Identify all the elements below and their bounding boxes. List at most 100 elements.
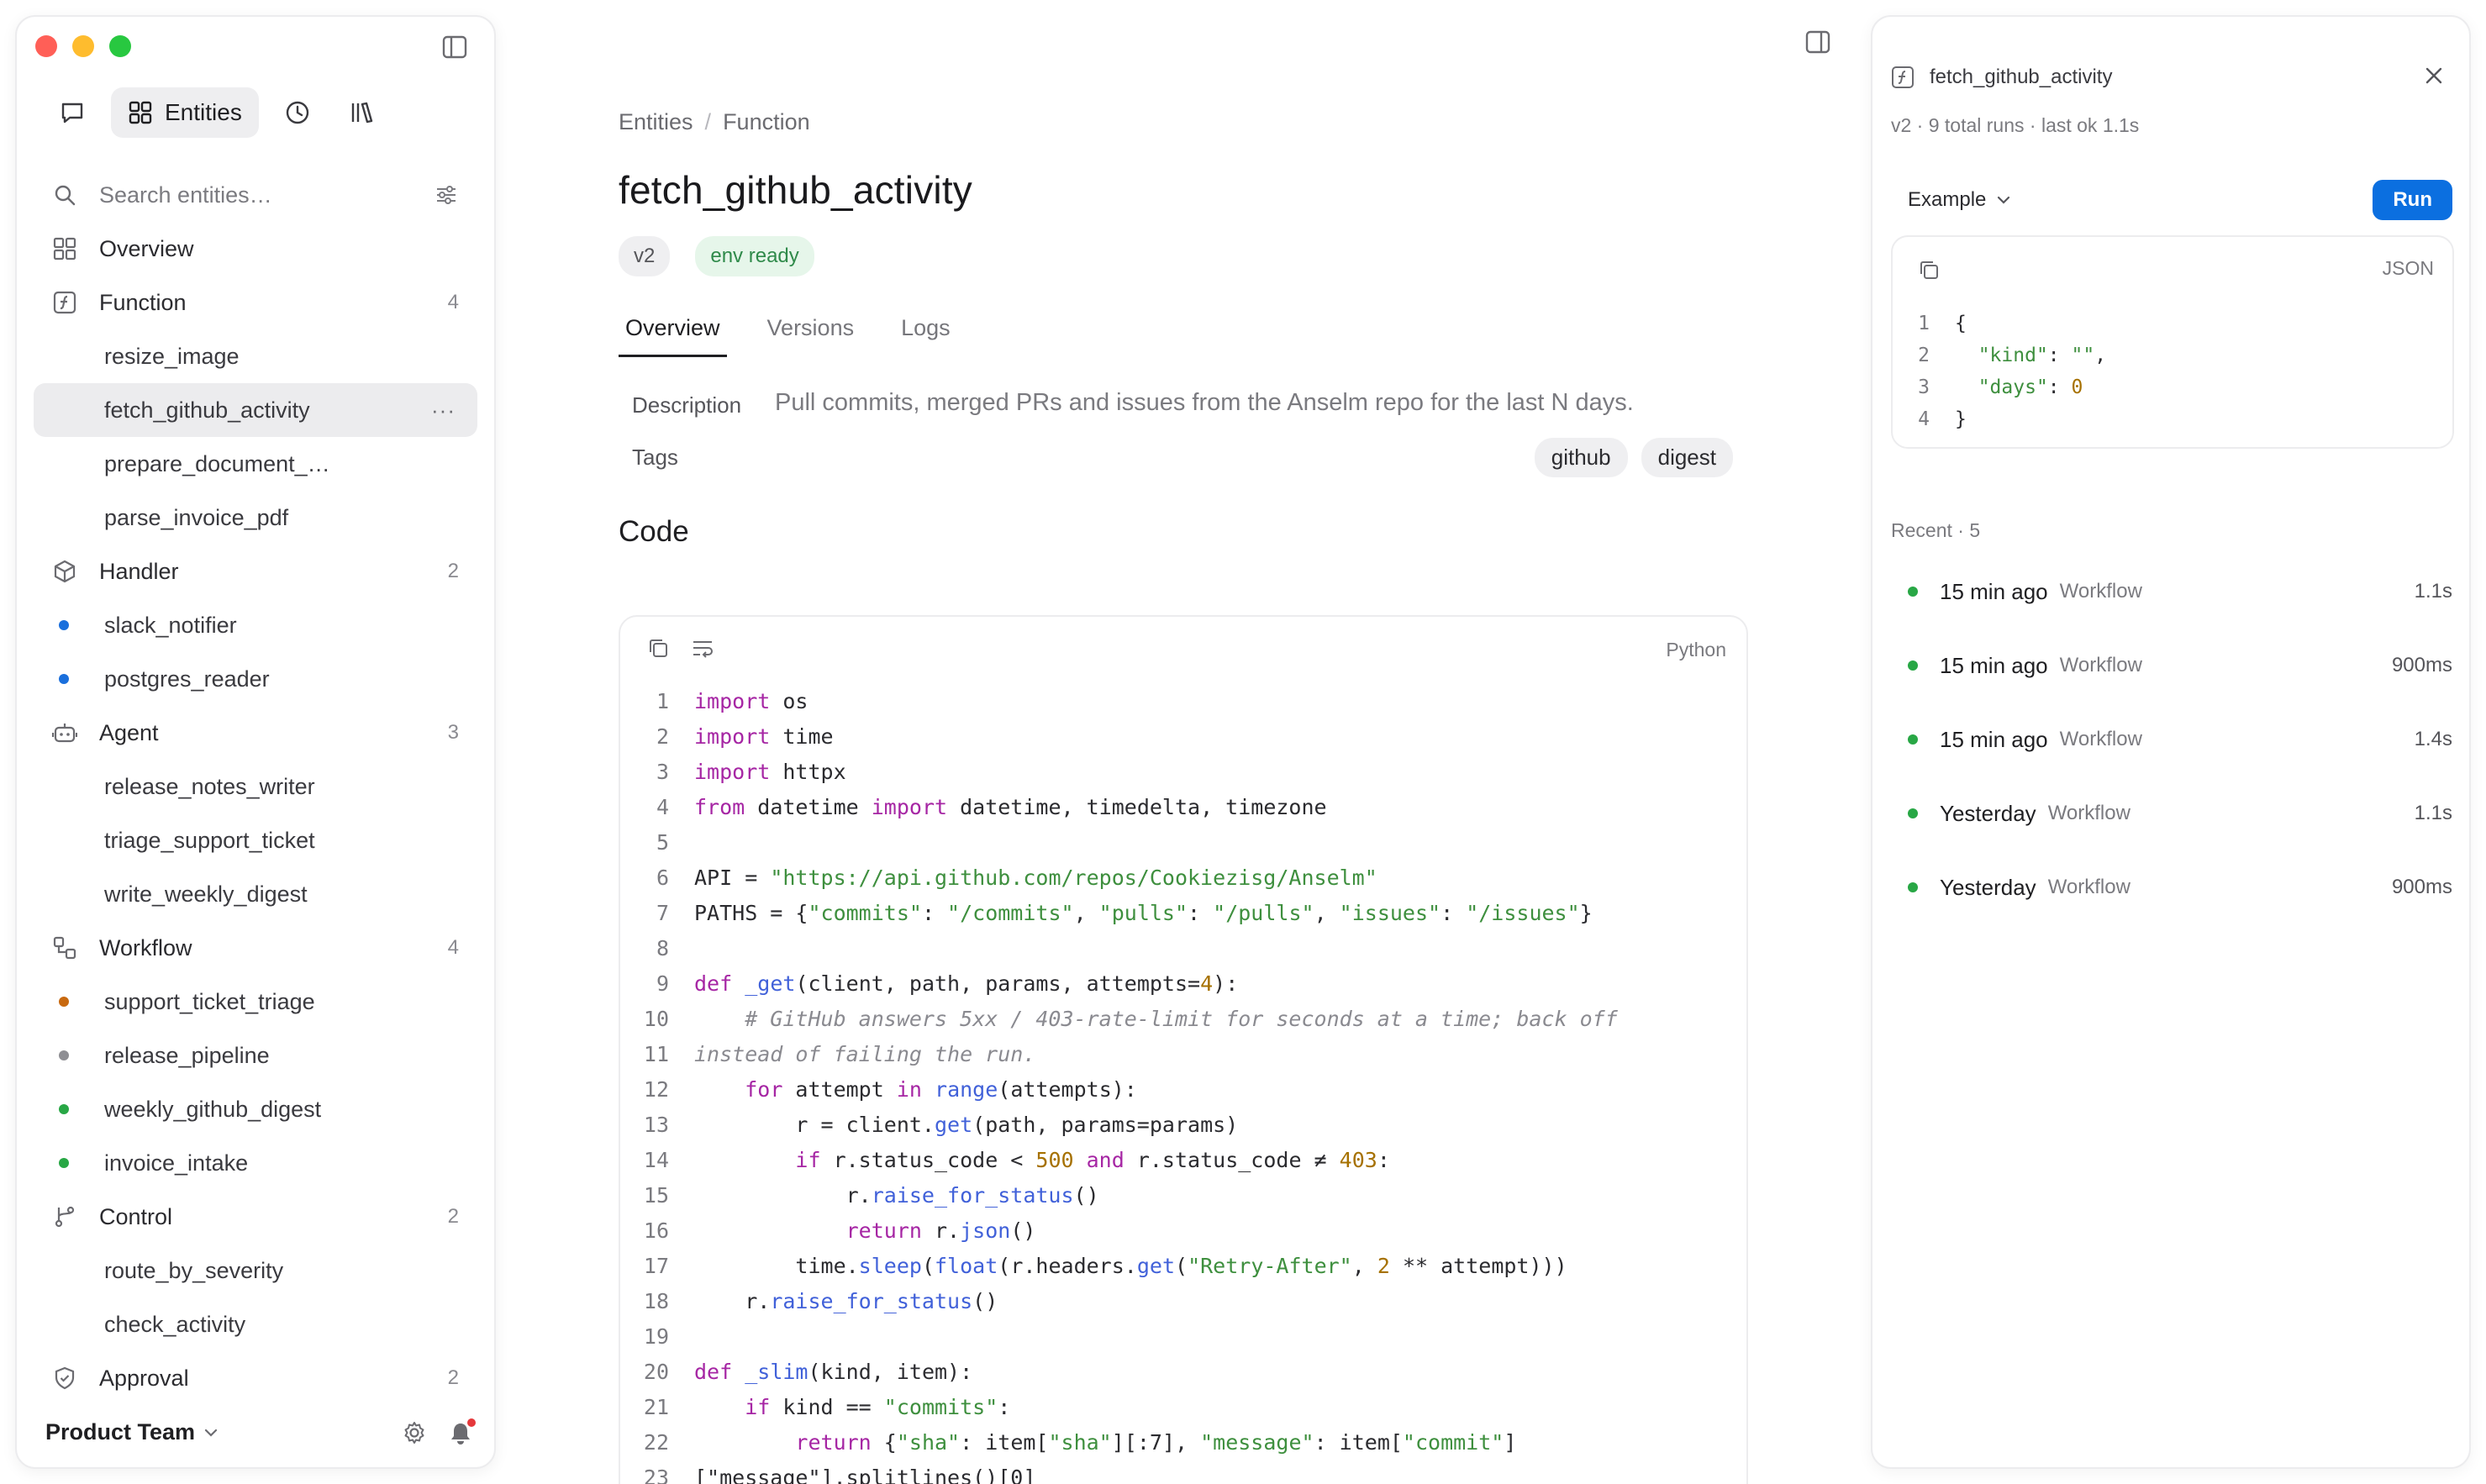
sidebar-item-release_pipeline[interactable]: release_pipeline bbox=[34, 1029, 477, 1082]
code-token: { bbox=[871, 1430, 897, 1455]
chat-mode-button[interactable] bbox=[47, 87, 97, 138]
search-input[interactable]: Search entities… bbox=[99, 182, 272, 208]
code-token: API = bbox=[694, 866, 771, 890]
code-text: r.raise_for_status() bbox=[694, 1284, 998, 1319]
json-editor[interactable]: 1{2 "kind": "", 3 "days": 0 4} bbox=[1893, 308, 2106, 435]
tag-github[interactable]: github bbox=[1534, 438, 1628, 477]
code-line: 11 instead of failing the run. bbox=[620, 1037, 1746, 1072]
sidebar-item-resize_image[interactable]: resize_image bbox=[34, 329, 477, 383]
sidebar-toggle-icon[interactable] bbox=[442, 35, 471, 61]
sidebar-item-parse_invoice_pdf[interactable]: parse_invoice_pdf bbox=[34, 491, 477, 545]
tab-versions[interactable]: Versions bbox=[761, 315, 861, 357]
code-line: 13 r = client.get(path, params=params) bbox=[620, 1108, 1746, 1143]
line-number: 22 bbox=[643, 1430, 669, 1455]
code-text: if r.status_code < 500 and r.status_code… bbox=[694, 1143, 1389, 1178]
close-window-button[interactable] bbox=[35, 35, 57, 57]
example-dropdown[interactable]: Example bbox=[1908, 188, 2011, 212]
status-dot bbox=[1908, 882, 1918, 892]
tag-digest[interactable]: digest bbox=[1641, 438, 1733, 477]
wrap-lines-icon[interactable] bbox=[691, 637, 714, 659]
breadcrumb-item-function[interactable]: Function bbox=[723, 109, 810, 135]
code-token: "/commits" bbox=[947, 901, 1074, 925]
line-number: 16 bbox=[643, 1218, 669, 1243]
panel-toggle-icon[interactable] bbox=[1805, 30, 1834, 55]
filter-icon[interactable] bbox=[435, 185, 457, 205]
sidebar-group-handler[interactable]: Handler 2 bbox=[34, 545, 477, 598]
code-text: import time bbox=[694, 719, 834, 755]
sidebar-group-label: Agent bbox=[99, 719, 159, 745]
bell-icon[interactable] bbox=[449, 1418, 476, 1445]
code-token: , bbox=[1314, 901, 1340, 925]
code-token: "pulls" bbox=[1098, 901, 1188, 925]
status-dot bbox=[59, 620, 69, 630]
run-row[interactable]: Yesterday Workflow 900ms bbox=[1891, 850, 2452, 924]
code-token: r.status_code < bbox=[820, 1148, 1036, 1172]
team-switcher[interactable]: Product Team bbox=[45, 1419, 219, 1445]
close-icon[interactable] bbox=[2424, 66, 2444, 86]
code-token: "" bbox=[2071, 345, 2095, 366]
code-lines[interactable]: 1 import os 2 import time 3 import httpx 4 from… bbox=[620, 684, 1746, 1484]
minimize-window-button[interactable] bbox=[72, 35, 94, 57]
run-button[interactable]: Run bbox=[2373, 180, 2452, 220]
sidebar-item-triage_support_ticket[interactable]: triage_support_ticket bbox=[34, 813, 477, 867]
run-time: Yesterday bbox=[1940, 800, 2036, 826]
sidebar-group-count: 2 bbox=[447, 560, 459, 582]
code-token: r. bbox=[694, 1183, 872, 1208]
zoom-window-button[interactable] bbox=[109, 35, 131, 57]
code-token: () bbox=[1073, 1183, 1099, 1208]
sidebar-group-label: Approval bbox=[99, 1365, 189, 1391]
code-text: API = "https://api.github.com/repos/Cook… bbox=[694, 860, 1377, 896]
code-token: httpx bbox=[770, 760, 846, 784]
sidebar-item-route_by_severity[interactable]: route_by_severity bbox=[34, 1244, 477, 1297]
run-row[interactable]: 15 min ago Workflow 1.4s bbox=[1891, 703, 2452, 776]
run-row[interactable]: Yesterday Workflow 1.1s bbox=[1891, 776, 2452, 850]
mode-switcher: Entities bbox=[47, 87, 387, 138]
tab-logs[interactable]: Logs bbox=[894, 315, 957, 357]
sidebar-group-workflow[interactable]: Workflow 4 bbox=[34, 921, 477, 975]
description-label: Description bbox=[632, 392, 742, 418]
gear-icon[interactable] bbox=[402, 1420, 427, 1445]
sidebar-group-approval[interactable]: Approval 2 bbox=[34, 1351, 477, 1405]
sidebar-group-control[interactable]: Control 2 bbox=[34, 1190, 477, 1244]
sidebar-item-slack_notifier[interactable]: slack_notifier bbox=[34, 598, 477, 652]
workflow-icon bbox=[52, 935, 77, 960]
notification-badge bbox=[467, 1418, 476, 1427]
sidebar-item-support_ticket_triage[interactable]: support_ticket_triage bbox=[34, 975, 477, 1029]
code-token: "kind" bbox=[1978, 345, 2048, 366]
run-row[interactable]: 15 min ago Workflow 900ms bbox=[1891, 629, 2452, 703]
sidebar-item-prepare_document_[interactable]: prepare_document_… bbox=[34, 437, 477, 491]
line-number: 10 bbox=[643, 1007, 669, 1031]
code-token: import bbox=[871, 795, 948, 819]
chevron-down-icon bbox=[204, 1429, 218, 1437]
sidebar-item-weekly_github_digest[interactable]: weekly_github_digest bbox=[34, 1082, 477, 1136]
sidebar-item-write_weekly_digest[interactable]: write_weekly_digest bbox=[34, 867, 477, 921]
grid-icon bbox=[129, 101, 152, 124]
sidebar-actions bbox=[402, 1418, 476, 1445]
library-mode-button[interactable] bbox=[336, 87, 387, 138]
sidebar-group-function[interactable]: Function 4 bbox=[34, 276, 477, 329]
line-number: 19 bbox=[643, 1324, 669, 1349]
sidebar-group-label: Workflow bbox=[99, 934, 192, 960]
sidebar-item-postgres_reader[interactable]: postgres_reader bbox=[34, 652, 477, 706]
tag-list: github digest bbox=[1534, 438, 1733, 477]
sidebar-item-invoice_intake[interactable]: invoice_intake bbox=[34, 1136, 477, 1190]
breadcrumb-item-entities[interactable]: Entities bbox=[619, 109, 693, 135]
history-mode-button[interactable] bbox=[272, 87, 323, 138]
sidebar-group-agent[interactable]: Agent 3 bbox=[34, 706, 477, 760]
run-row[interactable]: 15 min ago Workflow 1.1s bbox=[1891, 555, 2452, 629]
sidebar-item-release_notes_writer[interactable]: release_notes_writer bbox=[34, 760, 477, 813]
line-number: 21 bbox=[643, 1395, 669, 1419]
sidebar-item-fetch_github_activity[interactable]: fetch_github_activity ··· bbox=[34, 383, 477, 437]
code-token: def bbox=[694, 1360, 733, 1384]
recent-runs-heading: Recent · 5 bbox=[1891, 519, 1981, 541]
tab-overview[interactable]: Overview bbox=[619, 315, 727, 357]
copy-icon[interactable] bbox=[1918, 259, 1940, 281]
more-options-icon[interactable]: ··· bbox=[431, 397, 456, 424]
copy-icon[interactable] bbox=[647, 637, 669, 659]
sidebar-item-label: resize_image bbox=[104, 343, 240, 369]
search-entities-row[interactable]: Search entities… bbox=[34, 168, 477, 222]
entities-mode-button[interactable]: Entities bbox=[111, 87, 259, 138]
sidebar-item-overview[interactable]: Overview bbox=[34, 222, 477, 276]
code-text: import os bbox=[694, 684, 808, 719]
sidebar-item-check_activity[interactable]: check_activity bbox=[34, 1297, 477, 1351]
